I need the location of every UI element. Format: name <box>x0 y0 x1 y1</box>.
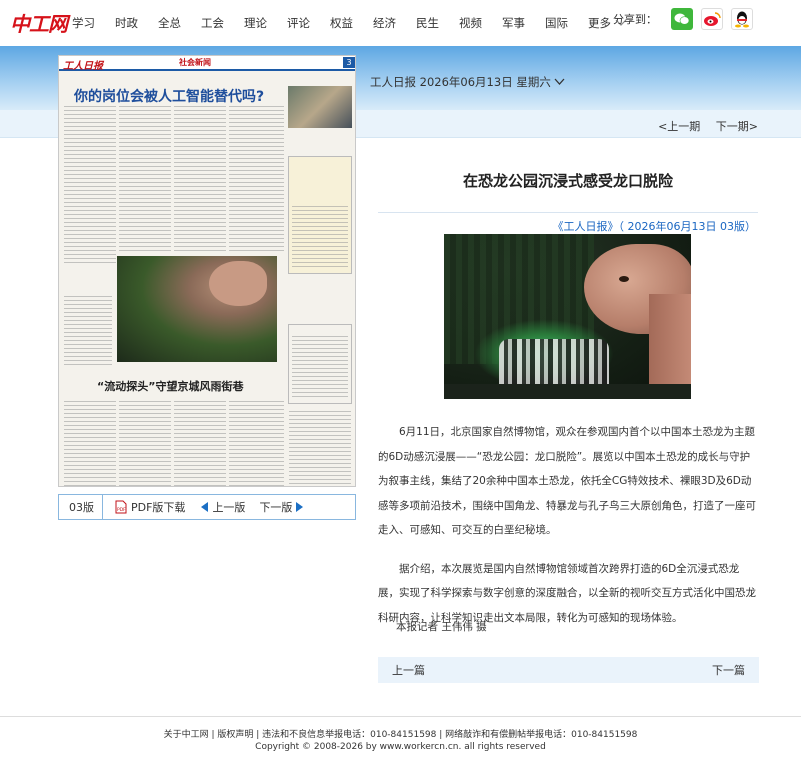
page-nav: 03版 PDF PDF版下载 上一版 下一版 <box>58 494 356 520</box>
paper-name: 工人日报 <box>63 61 103 72</box>
text-column <box>292 206 348 270</box>
nav-item-acftu[interactable]: 全总 <box>158 15 181 31</box>
paper-page-number: 3 <box>343 57 355 68</box>
text-column[interactable] <box>174 106 226 251</box>
article-byline: 本报记者 王伟伟 摄 <box>396 621 487 633</box>
issue-date: 工人日报 2026年06月13日 星期六 <box>370 75 551 89</box>
photo-floor <box>444 384 691 399</box>
text-column[interactable] <box>119 401 171 486</box>
nav-item-rights[interactable]: 权益 <box>330 15 353 31</box>
main-nav: 学习 时政 全总 工会 理论 评论 权益 经济 民生 视频 军事 国际 更多 <box>72 0 647 46</box>
pdf-icon[interactable]: PDF <box>115 500 127 514</box>
footer-divider <box>0 716 801 717</box>
prev-page-link[interactable]: 上一版 <box>212 499 245 515</box>
pdf-download-link[interactable]: PDF版下载 <box>131 499 185 515</box>
site-logo-text: 中工网 <box>10 11 68 36</box>
chevron-down-icon <box>554 78 565 85</box>
svg-text:PDF: PDF <box>117 507 126 513</box>
paper-masthead: 工人日报 社会新闻 3 <box>59 56 355 72</box>
text-column <box>292 336 348 400</box>
arrow-right-icon[interactable] <box>296 502 304 512</box>
article-paragraph: 6月11日，北京国家自然博物馆，观众在参观国内首个以中国本土恐龙为主题的6D动感… <box>378 426 756 536</box>
text-column[interactable] <box>64 401 116 486</box>
share-bar: 分享到： <box>613 8 753 30</box>
nav-item-politics[interactable]: 时政 <box>115 15 138 31</box>
article-title: 在恐龙公园沉浸式感受龙口脱险 <box>462 172 673 190</box>
site-logo[interactable]: 中工网 <box>10 10 68 36</box>
article-body: 6月11日，北京国家自然博物馆，观众在参观国内首个以中国本土恐龙为主题的6D动感… <box>378 420 758 644</box>
footer-links[interactable]: 关于中工网 | 版权声明 | 违法和不良信息举报电话：010-84151598 … <box>0 727 801 740</box>
divider <box>102 494 103 520</box>
text-column[interactable] <box>174 401 226 486</box>
article-photo <box>444 234 691 399</box>
nav-item-video[interactable]: 视频 <box>459 15 482 31</box>
nav-item-union[interactable]: 工会 <box>201 15 224 31</box>
nav-item-livelihood[interactable]: 民生 <box>416 15 439 31</box>
nav-item-military[interactable]: 军事 <box>502 15 525 31</box>
prev-issue-link[interactable]: <上一期 <box>658 120 700 133</box>
qq-icon[interactable] <box>731 8 753 30</box>
text-column[interactable] <box>229 106 284 251</box>
nav-item-economy[interactable]: 经济 <box>373 15 396 31</box>
paper-headline-2[interactable]: “流动探头”守望京城风雨街巷 <box>97 378 243 394</box>
footer-copyright: Copyright © 2008-2026 by www.workercn.cn… <box>255 742 546 752</box>
article-pager: 上一篇 下一篇 <box>378 657 759 683</box>
photo-dinosaur-eye <box>619 276 629 282</box>
next-issue-link[interactable]: 下一期> <box>716 120 758 133</box>
paper-lead-title[interactable]: 你的岗位会被人工智能替代吗? <box>74 86 264 106</box>
text-column[interactable] <box>64 106 116 266</box>
nav-more-label: 更多 <box>588 16 611 30</box>
nav-item-international[interactable]: 国际 <box>545 15 568 31</box>
next-article-link[interactable]: 下一篇 <box>712 662 745 678</box>
next-page-link[interactable]: 下一版 <box>259 499 292 515</box>
paper-photo-top[interactable] <box>288 86 352 128</box>
nav-item-commentary[interactable]: 评论 <box>287 15 310 31</box>
text-column[interactable] <box>119 106 171 251</box>
paper-dinosaur-head <box>209 261 267 306</box>
prev-article-link[interactable]: 上一篇 <box>392 662 425 678</box>
nav-item-study[interactable]: 学习 <box>72 15 95 31</box>
newspaper-page-image[interactable]: 工人日报 社会新闻 3 你的岗位会被人工智能替代吗? “流动探头”守望京城风雨街… <box>58 55 356 487</box>
article-source-link[interactable]: 《工人日报》（ 2026年06月13日 03版） <box>378 218 756 234</box>
issue-pager: <上一期 下一期> <box>646 118 758 134</box>
weibo-icon[interactable] <box>701 8 723 30</box>
arrow-left-icon[interactable] <box>201 502 209 512</box>
nav-item-theory[interactable]: 理论 <box>244 15 267 31</box>
current-page-label[interactable]: 03版 <box>69 499 94 515</box>
wechat-icon[interactable] <box>671 8 693 30</box>
text-column[interactable] <box>289 411 351 486</box>
share-label: 分享到： <box>613 13 657 26</box>
issue-date-selector[interactable]: 工人日报 2026年06月13日 星期六 <box>370 74 565 90</box>
text-column[interactable] <box>64 296 112 366</box>
text-column[interactable] <box>229 401 284 486</box>
paper-section: 社会新闻 <box>179 58 211 67</box>
divider <box>378 212 758 213</box>
